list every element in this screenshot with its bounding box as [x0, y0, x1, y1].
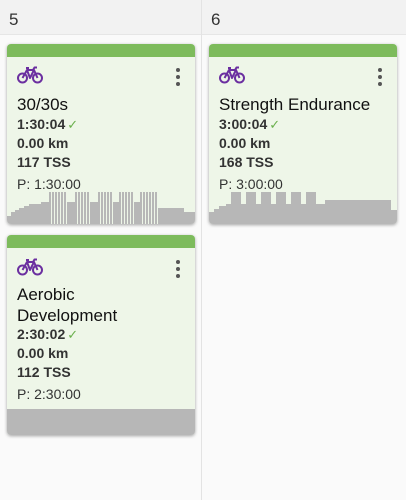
- workout-card-strength-endurance[interactable]: Strength Endurance 3:00:04 ✓ 0.00 km 168 …: [209, 44, 397, 224]
- workout-duration: 2:30:02 ✓: [17, 326, 79, 342]
- workout-intensity-chart: [209, 192, 397, 224]
- workout-intensity-chart: [7, 409, 195, 435]
- day-header-row: [0, 0, 406, 35]
- bike-icon: [17, 66, 43, 84]
- bike-icon: [219, 66, 245, 84]
- day-number-5: 5: [9, 10, 19, 29]
- completed-check-icon: ✓: [67, 327, 79, 342]
- workout-card-aerobic-development[interactable]: Aerobic Development 2:30:02 ✓ 0.00 km 112…: [7, 235, 195, 435]
- day-number-6: 6: [211, 10, 221, 29]
- workout-status-bar: [7, 44, 195, 57]
- workout-title: 30/30s: [17, 95, 69, 114]
- column-divider: [201, 0, 202, 500]
- workout-card-30-30s[interactable]: 30/30s 1:30:04 ✓ 0.00 km 117 TSS P: 1:30:…: [7, 44, 195, 224]
- planned-duration: P: 2:30:00: [17, 386, 81, 402]
- workout-tss: 168 TSS: [219, 154, 274, 170]
- workout-distance: 0.00 km: [219, 135, 271, 151]
- workout-title: Aerobic Development: [17, 284, 117, 326]
- workout-duration: 1:30:04 ✓: [17, 116, 79, 132]
- workout-tss: 112 TSS: [17, 364, 71, 380]
- workout-status-bar: [7, 235, 195, 248]
- workout-distance: 0.00 km: [17, 135, 69, 151]
- more-options-icon[interactable]: [175, 260, 181, 281]
- workout-title-line2: Development: [17, 306, 118, 325]
- planned-duration: P: 1:30:00: [17, 176, 81, 192]
- workout-intensity-chart: [7, 192, 195, 224]
- completed-check-icon: ✓: [67, 117, 79, 132]
- workout-title-line1: Aerobic: [17, 285, 75, 304]
- more-options-icon[interactable]: [175, 68, 181, 89]
- workout-duration: 3:00:04 ✓: [219, 116, 281, 132]
- workout-title: Strength Endurance: [219, 95, 371, 114]
- more-options-icon[interactable]: [377, 68, 383, 89]
- workout-tss: 117 TSS: [17, 154, 71, 170]
- bike-icon: [17, 258, 43, 276]
- workout-distance: 0.00 km: [17, 345, 69, 361]
- workout-status-bar: [209, 44, 397, 57]
- completed-check-icon: ✓: [269, 117, 281, 132]
- planned-duration: P: 3:00:00: [219, 176, 283, 192]
